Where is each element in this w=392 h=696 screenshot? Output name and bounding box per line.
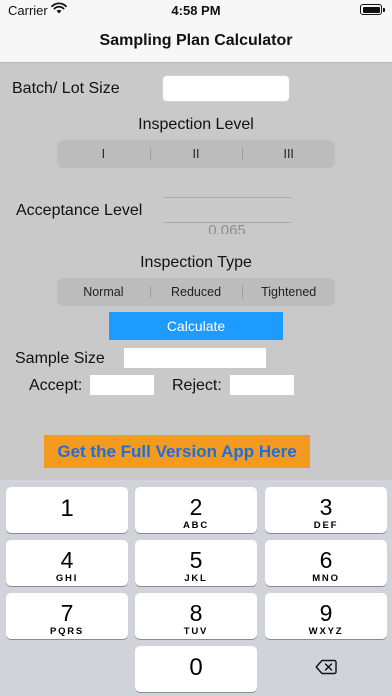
key-digit: 5 [189, 547, 203, 573]
acceptance-level-picker[interactable]: 0.065 [163, 223, 291, 234]
acceptance-level-label: Acceptance Level [16, 202, 143, 219]
inspection-level-option-iii[interactable]: III [242, 140, 335, 168]
key-digit: 1 [60, 495, 74, 522]
key-9[interactable]: 9 WXYZ [265, 593, 387, 639]
backspace-icon [315, 659, 337, 675]
key-digit: 8 [189, 600, 203, 626]
key-digit: 0 [189, 654, 203, 681]
key-2[interactable]: 2 ABC [135, 487, 257, 533]
calculate-button[interactable]: Calculate [109, 312, 283, 340]
key-letters: JKL [184, 573, 208, 584]
acceptance-level-picker-value: 0.065 [208, 223, 246, 234]
page-title: Sampling Plan Calculator [99, 32, 293, 49]
key-4[interactable]: 4 GHI [6, 540, 128, 586]
key-letters: GHI [55, 573, 79, 584]
key-letters: MNO [312, 573, 340, 584]
key-digit: 2 [189, 494, 203, 520]
status-time: 4:58 PM [171, 3, 221, 18]
key-letters: PQRS [49, 626, 85, 637]
picker-top-divider [163, 197, 291, 198]
key-5[interactable]: 5 JKL [135, 540, 257, 586]
key-digit: 3 [319, 494, 333, 520]
inspection-level-segmented-control[interactable]: I II III [57, 140, 335, 168]
batch-size-label: Batch/ Lot Size [12, 80, 120, 97]
key-3[interactable]: 3 DEF [265, 487, 387, 533]
battery-icon [360, 4, 385, 15]
inspection-type-option-reduced[interactable]: Reduced [149, 278, 243, 306]
key-letters: TUV [183, 626, 209, 637]
key-1[interactable]: 1 [6, 487, 128, 533]
sample-size-label: Sample Size [15, 350, 105, 367]
key-letters: ABC [183, 520, 209, 531]
status-bar: Carrier 4:58 PM [0, 0, 392, 22]
key-8[interactable]: 8 TUV [135, 593, 257, 639]
key-0[interactable]: 0 [135, 646, 257, 692]
reject-label: Reject: [172, 377, 222, 394]
reject-output [230, 375, 294, 395]
accept-output [90, 375, 154, 395]
inspection-level-label: Inspection Level [138, 116, 254, 133]
inspection-type-segmented-control[interactable]: Normal Reduced Tightened [57, 278, 335, 306]
key-letters: WXYZ [308, 626, 344, 637]
inspection-type-option-normal[interactable]: Normal [57, 278, 150, 306]
backspace-key[interactable] [265, 645, 387, 691]
key-6[interactable]: 6 MNO [265, 540, 387, 586]
sample-size-output [124, 348, 266, 368]
number-keypad: 1 2 ABC 3 DEF 4 GHI 5 JKL 6 MNO 7 PQRS 8… [0, 480, 392, 696]
key-7[interactable]: 7 PQRS [6, 593, 128, 639]
key-digit: 6 [319, 547, 333, 573]
get-full-version-button[interactable]: Get the Full Version App Here [44, 435, 310, 468]
inspection-type-label: Inspection Type [140, 254, 252, 271]
key-digit: 9 [319, 600, 333, 626]
inspection-level-option-ii[interactable]: II [149, 140, 243, 168]
inspection-type-option-tightened[interactable]: Tightened [242, 278, 335, 306]
key-digit: 7 [60, 600, 74, 626]
accept-label: Accept: [29, 377, 83, 394]
key-digit: 4 [60, 547, 74, 573]
batch-size-input[interactable] [162, 75, 290, 102]
key-letters: DEF [313, 520, 339, 531]
navigation-bar: Sampling Plan Calculator [0, 22, 392, 63]
inspection-level-option-i[interactable]: I [57, 140, 150, 168]
